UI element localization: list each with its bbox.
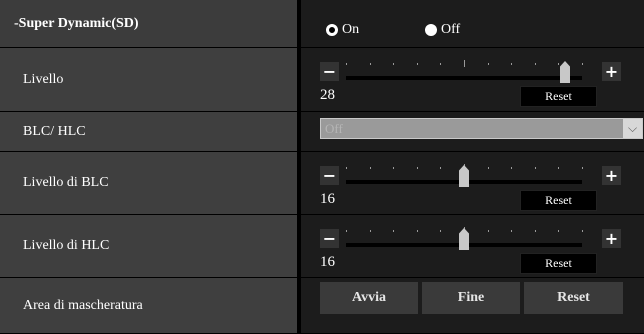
slider-tick <box>558 230 559 232</box>
slider-tick <box>488 167 489 169</box>
area-end-button[interactable]: Fine <box>422 282 520 314</box>
livello-hlc-minus-button[interactable]: − <box>320 229 339 248</box>
livello-hlc-value: 16 <box>320 254 335 270</box>
livello-blc-reset-button[interactable]: Reset <box>520 190 597 211</box>
area-mascheratura-label: Area di mascheratura <box>0 278 297 334</box>
livello-hlc-row: Livello di HLC − + 16 Reset <box>0 215 644 278</box>
area-mascheratura-row: Area di mascheratura Avvia Fine Reset <box>0 278 644 334</box>
livello-blc-label: Livello di BLC <box>0 152 297 215</box>
slider-tick <box>346 167 347 169</box>
livello-hlc-control: − + 16 Reset <box>301 215 644 278</box>
slider-tick <box>558 167 559 169</box>
livello-ticks <box>346 60 583 69</box>
livello-hlc-label: Livello di HLC <box>0 215 297 278</box>
livello-minus-button[interactable]: − <box>320 62 339 81</box>
area-reset-button[interactable]: Reset <box>524 282 623 314</box>
radio-on[interactable]: On <box>326 22 359 38</box>
slider-tick <box>417 230 418 232</box>
livello-row: Livello − + 28 Reset <box>0 48 644 112</box>
livello-blc-row: Livello di BLC − + 16 Reset <box>0 152 644 215</box>
area-mascheratura-control: Avvia Fine Reset <box>301 278 644 334</box>
slider-tick <box>582 230 583 232</box>
slider-tick <box>417 167 418 169</box>
livello-blc-value: 16 <box>320 191 335 207</box>
slider-tick <box>393 230 394 232</box>
radio-on-indicator[interactable] <box>326 24 338 36</box>
blc-hlc-selected-value: Off <box>325 121 343 136</box>
slider-tick <box>417 63 418 65</box>
radio-on-label: On <box>342 22 360 37</box>
slider-tick <box>511 63 512 65</box>
slider-tick <box>582 63 583 65</box>
super-dynamic-settings-panel: -Super Dynamic(SD) On Off Livello − + 28… <box>0 0 644 334</box>
slider-tick <box>370 167 371 169</box>
slider-tick <box>464 60 465 67</box>
slider-tick <box>393 63 394 65</box>
radio-off[interactable]: Off <box>425 22 460 38</box>
livello-blc-control: − + 16 Reset <box>301 152 644 215</box>
slider-tick <box>511 230 512 232</box>
radio-off-indicator[interactable] <box>425 24 437 36</box>
livello-plus-button[interactable]: + <box>602 62 621 81</box>
slider-tick <box>393 167 394 169</box>
livello-blc-minus-button[interactable]: − <box>320 166 339 185</box>
slider-tick <box>346 230 347 232</box>
slider-tick <box>370 230 371 232</box>
livello-value: 28 <box>320 87 335 103</box>
slider-tick <box>440 167 441 169</box>
slider-tick <box>535 63 536 65</box>
slider-tick <box>535 230 536 232</box>
livello-label: Livello <box>0 48 297 112</box>
area-start-button[interactable]: Avvia <box>320 282 418 314</box>
blc-hlc-control: Off ⌵ <box>301 112 644 152</box>
slider-tick <box>558 63 559 65</box>
livello-hlc-reset-button[interactable]: Reset <box>520 253 597 274</box>
slider-tick <box>370 63 371 65</box>
chevron-down-icon[interactable]: ⌵ <box>623 119 642 138</box>
slider-tick <box>488 63 489 65</box>
slider-tick <box>535 167 536 169</box>
blc-hlc-row: BLC/ HLC Off ⌵ <box>0 112 644 152</box>
super-dynamic-row: -Super Dynamic(SD) On Off <box>0 0 644 48</box>
slider-tick <box>440 230 441 232</box>
blc-hlc-select[interactable]: Off ⌵ <box>320 118 643 139</box>
livello-blc-plus-button[interactable]: + <box>602 166 621 185</box>
radio-off-label: Off <box>441 22 461 37</box>
slider-tick <box>488 230 489 232</box>
slider-tick <box>511 167 512 169</box>
slider-tick <box>582 167 583 169</box>
livello-slider-track[interactable] <box>346 76 582 80</box>
livello-reset-button[interactable]: Reset <box>520 86 597 107</box>
livello-hlc-plus-button[interactable]: + <box>602 229 621 248</box>
blc-hlc-label: BLC/ HLC <box>0 112 297 152</box>
livello-control: − + 28 Reset <box>301 48 644 112</box>
slider-tick <box>440 63 441 65</box>
slider-tick <box>346 63 347 65</box>
super-dynamic-title: -Super Dynamic(SD) <box>0 0 297 48</box>
super-dynamic-control: On Off <box>301 0 644 48</box>
